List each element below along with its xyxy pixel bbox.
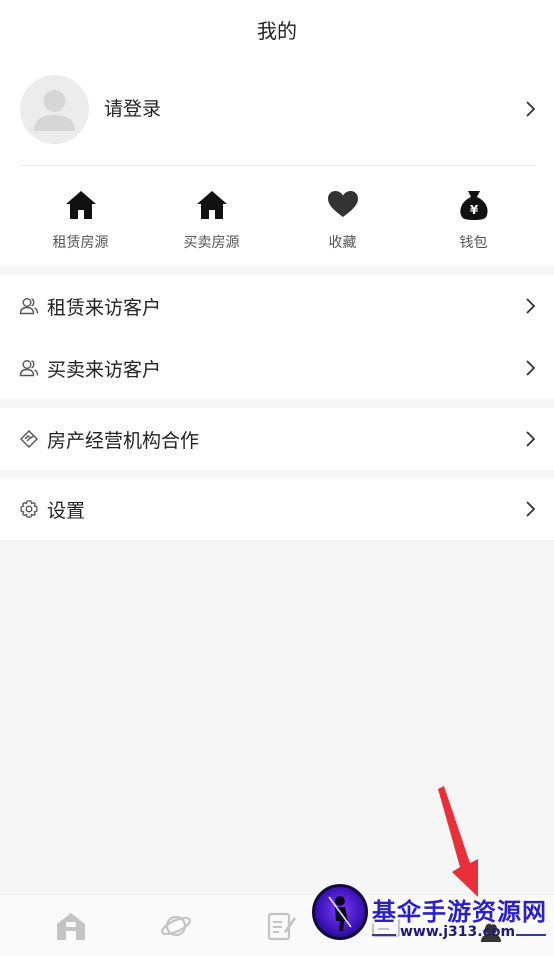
quick-link-favorites[interactable]: 收藏 (277, 166, 408, 266)
menu-item-rental-visitors[interactable]: 租赁来访客户 (0, 275, 554, 337)
handshake-icon (20, 430, 38, 448)
chevron-right-icon (526, 298, 536, 314)
watermark-rule (372, 934, 396, 936)
quick-link-label: 买卖房源 (183, 235, 240, 251)
watermark: 基伞手游资源网 www.j313.com (308, 882, 554, 956)
quick-link-sale-listings[interactable]: 买卖房源 (146, 166, 277, 266)
nav-home[interactable] (18, 895, 123, 956)
svg-text:¥: ¥ (469, 203, 478, 217)
menu-item-sale-visitors[interactable]: 买卖来访客户 (0, 337, 554, 399)
menu-item-label: 租赁来访客户 (47, 296, 162, 319)
page-header: 我的 (0, 0, 554, 58)
page-title: 我的 (257, 18, 297, 43)
quick-link-label: 钱包 (459, 235, 488, 251)
cooperation-menu-group: 房产经营机构合作 (0, 408, 554, 470)
menu-item-agency-cooperation[interactable]: 房产经营机构合作 (0, 408, 554, 470)
chevron-right-icon (526, 101, 536, 117)
quick-links: 租赁房源 买卖房源 收藏 ¥ 钱包 (0, 166, 554, 266)
menu-item-label: 设置 (47, 499, 86, 522)
profile-login-row[interactable]: 请登录 (0, 58, 554, 166)
nav-discover[interactable] (123, 895, 228, 956)
chevron-right-icon (526, 360, 536, 376)
house-icon (65, 191, 96, 219)
house-icon (56, 912, 85, 940)
quick-link-label: 租赁房源 (52, 235, 109, 251)
menu-item-settings[interactable]: 设置 (0, 478, 554, 540)
login-prompt: 请登录 (104, 98, 162, 120)
quick-link-wallet[interactable]: ¥ 钱包 (408, 166, 539, 266)
gear-icon (20, 500, 38, 518)
menu-item-label: 买卖来访客户 (47, 358, 162, 381)
watermark-logo (312, 884, 368, 940)
visitor-menu-group: 租赁来访客户 买卖来访客户 (0, 275, 554, 399)
chevron-right-icon (526, 501, 536, 517)
chevron-right-icon (526, 431, 536, 447)
quick-link-rental-listings[interactable]: 租赁房源 (15, 166, 146, 266)
quick-link-label: 收藏 (328, 235, 357, 251)
money-bag-icon: ¥ (459, 191, 488, 220)
users-icon (19, 298, 39, 315)
edit-document-icon (267, 912, 296, 940)
avatar (20, 75, 89, 144)
ninja-logo-icon (328, 896, 352, 931)
user-placeholder-icon (34, 90, 75, 131)
users-icon (19, 360, 39, 377)
planet-icon (160, 915, 191, 936)
settings-menu-group: 设置 (0, 478, 554, 540)
watermark-url: www.j313.com (400, 924, 516, 940)
menu-item-label: 房产经营机构合作 (47, 429, 200, 452)
house-icon (196, 191, 227, 219)
watermark-title: 基伞手游资源网 (372, 898, 547, 926)
heart-icon (327, 191, 358, 217)
watermark-rule (516, 934, 546, 936)
